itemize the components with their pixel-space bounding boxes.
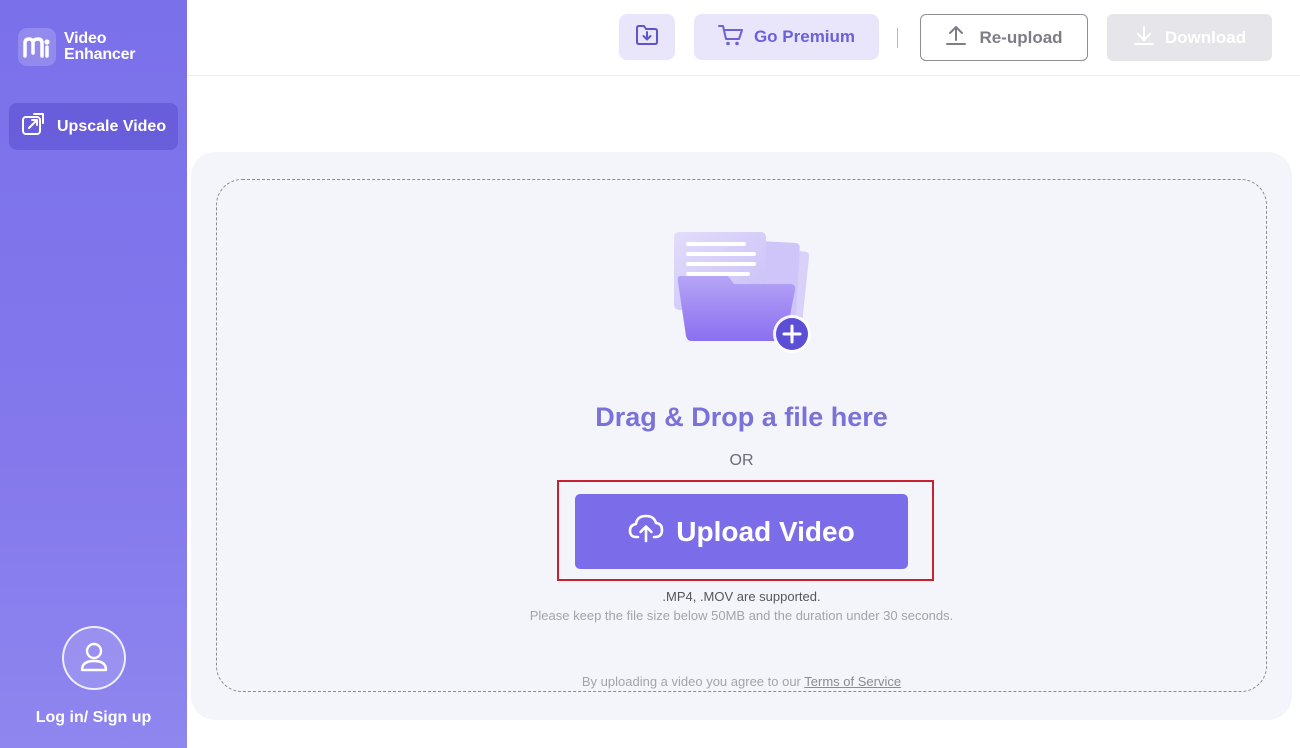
drag-drop-title: Drag & Drop a file here — [595, 402, 888, 432]
app-name-line2: Enhancer — [64, 46, 136, 63]
upload-arrow-icon — [945, 24, 967, 51]
m-logo-icon — [18, 28, 56, 66]
folder-download-icon — [635, 24, 659, 51]
top-toolbar: Go Premium Re-upload Download — [187, 0, 1300, 76]
download-button[interactable]: Download — [1107, 14, 1272, 61]
app-window: Video Enhancer Upscale Video Log in/ Sig… — [0, 0, 1300, 748]
avatar[interactable] — [61, 626, 126, 690]
toolbar-divider — [897, 28, 898, 48]
file-limits-text: Please keep the file size below 50MB and… — [529, 608, 954, 623]
login-signup-link[interactable]: Log in/ Sign up — [0, 709, 187, 727]
cloud-upload-icon — [628, 513, 664, 550]
re-upload-label: Re-upload — [979, 27, 1063, 47]
sidebar: Video Enhancer Upscale Video Log in/ Sig… — [0, 0, 187, 748]
user-area: Log in/ Sign up — [0, 626, 187, 727]
re-upload-button[interactable]: Re-upload — [920, 14, 1088, 61]
terms-of-service-link[interactable]: Terms of Service — [804, 674, 901, 689]
app-name-line1: Video — [64, 30, 107, 47]
app-logo[interactable]: Video Enhancer — [18, 28, 136, 66]
supported-formats-text: .MP4, .MOV are supported. — [662, 589, 821, 604]
upload-video-button[interactable]: Upload Video — [575, 494, 908, 569]
user-icon — [79, 640, 109, 677]
folder-add-icon — [668, 228, 818, 363]
sidebar-item-label: Upscale Video — [57, 117, 167, 135]
upload-video-label: Upload Video — [676, 515, 855, 547]
go-premium-label: Go Premium — [753, 27, 856, 46]
sidebar-item-upscale-video[interactable]: Upscale Video — [9, 103, 178, 150]
app-name: Video Enhancer — [64, 30, 136, 63]
import-folder-button[interactable] — [619, 14, 675, 60]
upscale-icon — [20, 111, 46, 142]
terms-notice: By uploading a video you agree to our Te… — [216, 674, 1267, 689]
download-arrow-icon — [1133, 24, 1155, 51]
terms-prefix: By uploading a video you agree to our — [581, 674, 801, 689]
cart-icon — [717, 23, 744, 52]
download-label: Download — [1164, 27, 1247, 47]
go-premium-button[interactable]: Go Premium — [694, 14, 879, 60]
or-separator: OR — [729, 452, 754, 469]
